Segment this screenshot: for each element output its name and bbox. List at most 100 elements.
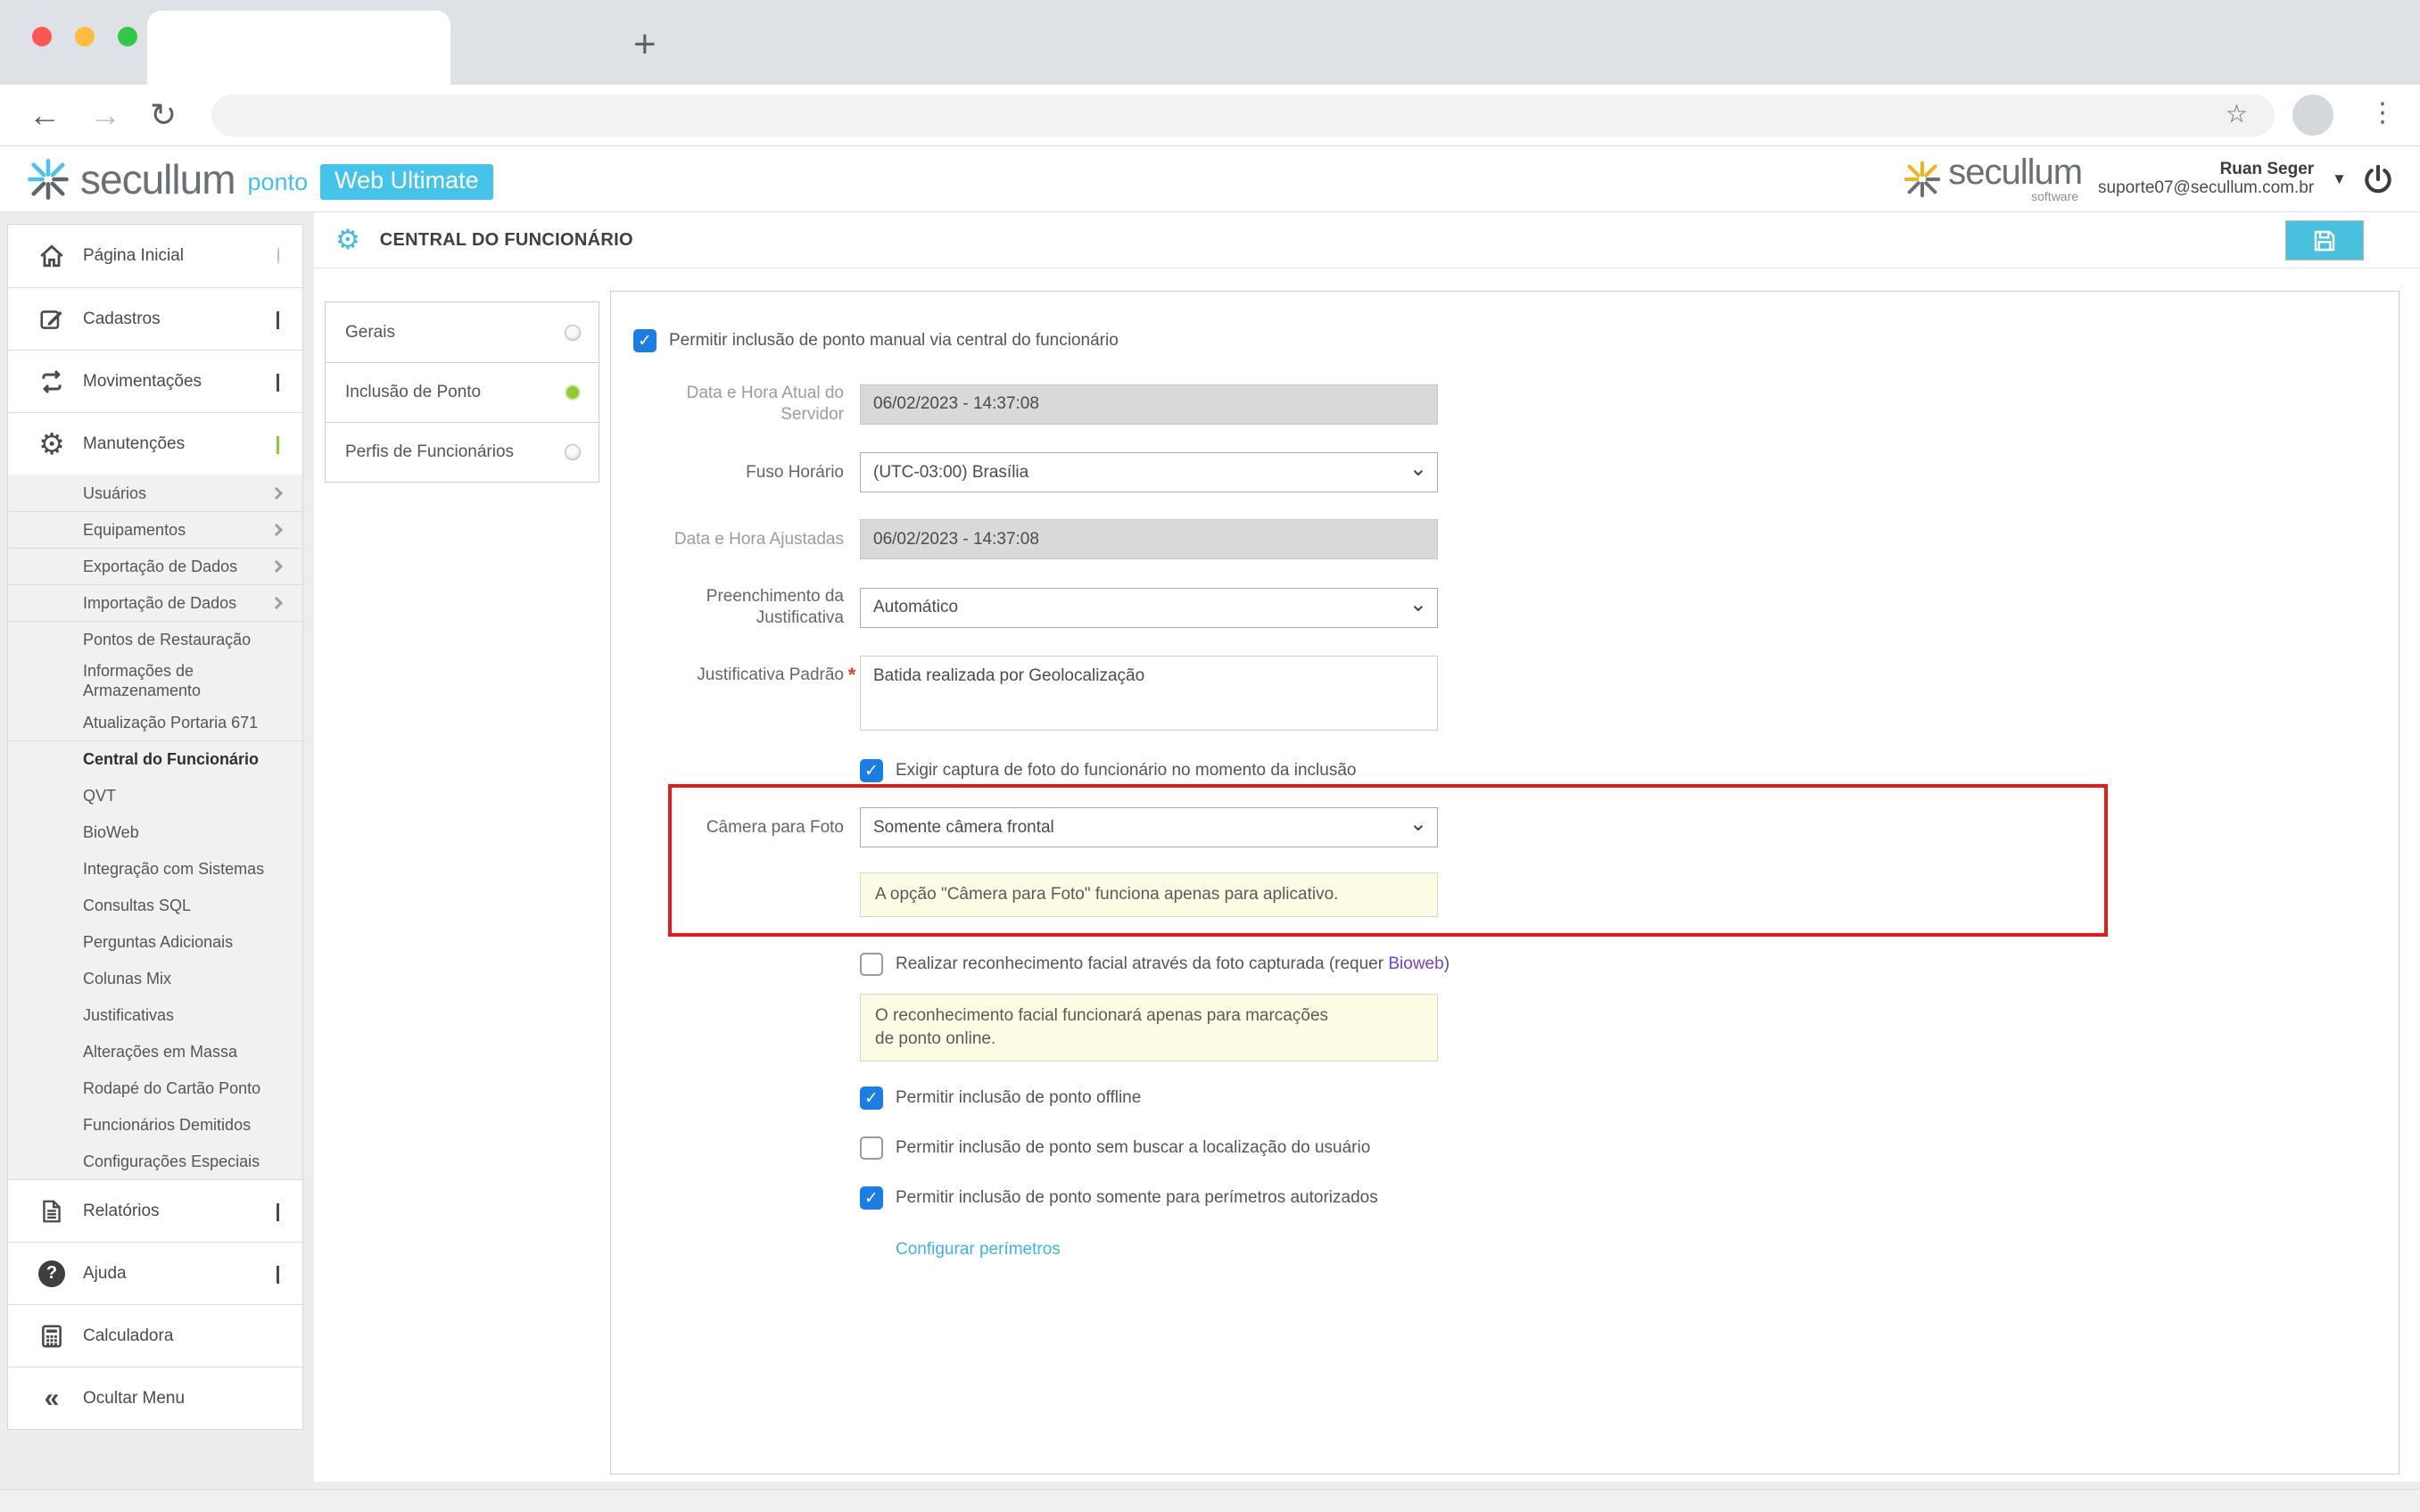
timezone-row: Fuso Horário (UTC-03:00) Brasília xyxy=(633,452,2399,492)
sidebar-subitem-exportacao-de-dados[interactable]: Exportação de Dados xyxy=(8,548,302,584)
back-icon[interactable]: ← xyxy=(29,97,61,133)
configure-perimeters-link[interactable]: Configurar perímetros xyxy=(896,1240,1061,1259)
default-justification-label: Justificativa Padrão xyxy=(633,665,844,686)
document-icon xyxy=(31,1198,72,1225)
require-photo-checkbox[interactable] xyxy=(860,759,883,782)
sidebar-item-relatorios[interactable]: Relatórios xyxy=(8,1179,302,1242)
maximize-window-icon[interactable] xyxy=(118,27,137,46)
perimeter-only-row: Permitir inclusão de ponto somente para … xyxy=(860,1186,2399,1210)
camera-row: Câmera para Foto Somente câmera frontal xyxy=(672,807,2070,847)
brand-name: secullum xyxy=(80,155,235,203)
sidebar-subitem-informacoes-de-armazenamento[interactable]: Informações de Armazenamento xyxy=(8,657,302,704)
camera-highlight-rectangle: Câmera para Foto Somente câmera frontal … xyxy=(668,784,2108,937)
allow-manual-checkbox[interactable] xyxy=(633,329,657,352)
user-block[interactable]: Ruan Seger suporte07@secullum.com.br xyxy=(2098,160,2314,198)
sidebar-subitem-configuracoes-especiais[interactable]: Configurações Especiais xyxy=(8,1143,302,1179)
tab-perfis-de-funcion-rios[interactable]: Perfis de Funcionários xyxy=(326,422,599,482)
chevron-down-icon xyxy=(277,311,279,329)
offline-label: Permitir inclusão de ponto offline xyxy=(896,1088,1141,1108)
reload-icon[interactable]: ↻ xyxy=(150,97,177,133)
secullum-logo-icon xyxy=(25,156,71,202)
browser-menu-icon[interactable]: ⋮ xyxy=(2369,97,2396,128)
server-datetime-field: 06/02/2023 - 14:37:08 xyxy=(860,384,1438,425)
offline-checkbox[interactable] xyxy=(860,1086,883,1110)
adjusted-datetime-row: Data e Hora Ajustadas 06/02/2023 - 14:37… xyxy=(633,519,2399,559)
repeat-icon xyxy=(31,368,72,396)
chevron-right-icon xyxy=(270,524,283,536)
required-asterisk: * xyxy=(848,666,856,684)
sidebar-subitem-funcionarios-demitidos[interactable]: Funcionários Demitidos xyxy=(8,1106,302,1143)
sidebar-subitem-colunas-mix[interactable]: Colunas Mix xyxy=(8,960,302,996)
sidebar-subitem-consultas-sql[interactable]: Consultas SQL xyxy=(8,887,302,923)
minimize-window-icon[interactable] xyxy=(75,27,95,46)
app-header: secullum ponto Web Ultimate secullum sof… xyxy=(0,146,2420,212)
tab-gerais[interactable]: Gerais xyxy=(326,302,599,362)
sidebar-subitem-alteracoes-em-massa[interactable]: Alterações em Massa xyxy=(8,1033,302,1070)
sidebar-subitem-atualizacao-portaria-671[interactable]: Atualização Portaria 671 xyxy=(8,704,302,740)
justification-fill-select[interactable]: Automático xyxy=(860,588,1438,628)
no-location-row: Permitir inclusão de ponto sem buscar a … xyxy=(860,1136,2399,1160)
sidebar-subitem-qvt[interactable]: QVT xyxy=(8,777,302,814)
adjusted-datetime-label: Data e Hora Ajustadas xyxy=(633,529,844,550)
chevron-down-icon xyxy=(277,1266,279,1284)
bookmark-star-icon[interactable]: ☆ xyxy=(2226,99,2248,128)
chevron-right-icon xyxy=(270,597,283,609)
settings-tabs: Gerais Inclusão de Ponto Perfis de Funci… xyxy=(325,302,599,483)
perimeter-only-label: Permitir inclusão de ponto somente para … xyxy=(896,1188,1378,1208)
sidebar-item-pagina-inicial[interactable]: Página Inicial xyxy=(8,225,302,287)
close-window-icon[interactable] xyxy=(32,27,52,46)
address-bar[interactable]: ☆ xyxy=(211,95,2275,136)
sidebar-subitem-bioweb[interactable]: BioWeb xyxy=(8,814,302,850)
chevron-down-icon xyxy=(277,1203,279,1221)
camera-note: A opção "Câmera para Foto" funciona apen… xyxy=(860,872,1438,917)
sidebar-subitem-central-do-funcionario[interactable]: Central do Funcionário xyxy=(8,740,302,777)
sidebar-item-ocultar-menu[interactable]: « Ocultar Menu xyxy=(8,1367,302,1429)
facial-recognition-note: O reconhecimento facial funcionará apena… xyxy=(860,994,1438,1062)
chevron-down-icon xyxy=(277,436,279,454)
sidebar-item-ajuda[interactable]: ? Ajuda xyxy=(8,1242,302,1304)
sidebar-item-movimentacoes[interactable]: Movimentações xyxy=(8,350,302,412)
facial-recognition-label: Realizar reconhecimento facial através d… xyxy=(896,954,1450,974)
right-brand-name: secullum xyxy=(1948,155,2082,189)
browser-tab[interactable] xyxy=(147,11,450,85)
page-footer-strip xyxy=(0,1489,2420,1512)
sidebar-subitem-integracao-com-sistemas[interactable]: Integração com Sistemas xyxy=(8,850,302,887)
perimeter-only-checkbox[interactable] xyxy=(860,1186,883,1210)
sidebar-menu: Página Inicial Cadastros Movimentações ⚙… xyxy=(7,224,303,1430)
sidebar-subitem-pontos-de-restauracao[interactable]: Pontos de Restauração xyxy=(8,621,302,657)
no-location-checkbox[interactable] xyxy=(860,1136,883,1160)
sidebar-subitem-importacao-de-dados[interactable]: Importação de Dados xyxy=(8,584,302,621)
default-justification-row: Justificativa Padrão * Batida realizada … xyxy=(633,656,2399,731)
bioweb-link[interactable]: Bioweb xyxy=(1388,954,1443,973)
save-floppy-icon xyxy=(2311,227,2338,254)
logout-power-icon[interactable] xyxy=(2361,162,2395,196)
camera-label: Câmera para Foto xyxy=(672,817,844,839)
sidebar-item-cadastros[interactable]: Cadastros xyxy=(8,287,302,350)
forward-icon[interactable]: → xyxy=(89,97,121,133)
justification-fill-row: Preenchimento da Justificativa Automátic… xyxy=(633,586,2399,629)
window-controls[interactable] xyxy=(32,27,137,46)
sidebar-subitem-justificativas[interactable]: Justificativas xyxy=(8,996,302,1033)
sidebar-item-calculadora[interactable]: Calculadora xyxy=(8,1304,302,1367)
timezone-label: Fuso Horário xyxy=(633,462,844,483)
page-title-bar: ⚙ CENTRAL DO FUNCIONÁRIO xyxy=(314,212,2420,269)
no-location-label: Permitir inclusão de ponto sem buscar a … xyxy=(896,1138,1370,1158)
user-name: Ruan Seger xyxy=(2098,160,2314,178)
new-tab-button[interactable]: + xyxy=(633,29,657,61)
default-justification-textarea[interactable]: Batida realizada por Geolocalização xyxy=(860,656,1438,731)
tab-inclus-o-de-ponto[interactable]: Inclusão de Ponto xyxy=(326,362,599,422)
content-panel: ⚙ CENTRAL DO FUNCIONÁRIO Gerais Inclusão… xyxy=(314,212,2420,1482)
timezone-select[interactable]: (UTC-03:00) Brasília xyxy=(860,452,1438,492)
facial-recognition-checkbox[interactable] xyxy=(860,953,883,976)
sidebar-subitem-rodape-do-cartao-ponto[interactable]: Rodapé do Cartão Ponto xyxy=(8,1070,302,1106)
secullum-software-logo-icon xyxy=(1902,159,1943,200)
sidebar-subitem-perguntas-adicionais[interactable]: Perguntas Adicionais xyxy=(8,923,302,960)
camera-select[interactable]: Somente câmera frontal xyxy=(860,807,1438,847)
sidebar-item-manutencoes[interactable]: ⚙ Manutenções xyxy=(8,412,302,475)
user-menu-caret-icon[interactable]: ▼ xyxy=(2332,170,2347,188)
sidebar-subitem-usuarios[interactable]: Usuários xyxy=(8,475,302,511)
save-button[interactable] xyxy=(2285,220,2364,260)
browser-profile-avatar[interactable] xyxy=(2292,95,2333,136)
gear-icon: ⚙ xyxy=(335,224,360,256)
sidebar-subitem-equipamentos[interactable]: Equipamentos xyxy=(8,511,302,548)
